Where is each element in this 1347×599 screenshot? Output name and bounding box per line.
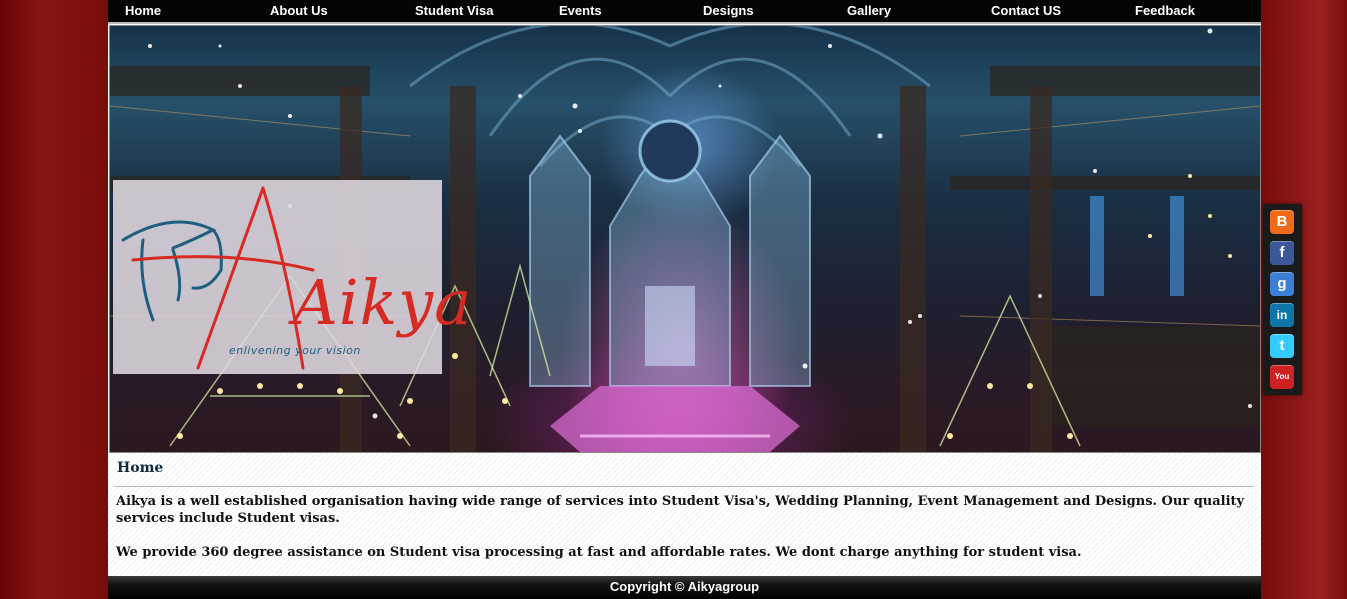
twitter-icon[interactable]: t (1270, 334, 1294, 358)
heading-divider (114, 486, 1254, 487)
nav-home[interactable]: Home (125, 2, 161, 20)
copyright-text: Copyright © Aikyagroup (609, 579, 760, 594)
nav-designs[interactable]: Designs (703, 2, 754, 20)
nav-about-us[interactable]: About Us (270, 2, 328, 20)
google-icon[interactable]: g (1270, 272, 1294, 296)
social-sidebar: B f g in t You (1263, 204, 1302, 395)
main-nav: Home About Us Student Visa Events Design… (108, 0, 1261, 24)
nav-student-visa[interactable]: Student Visa (415, 2, 494, 20)
content-section: Home Aikya is a well established organis… (108, 453, 1261, 576)
facebook-icon[interactable]: f (1270, 241, 1294, 265)
linkedin-icon[interactable]: in (1270, 303, 1294, 327)
hero-banner-image: Aikya enlivening your vision (109, 25, 1261, 453)
nav-events[interactable]: Events (559, 2, 602, 20)
visa-paragraph: We provide 360 degree assistance on Stud… (116, 545, 1082, 560)
youtube-icon[interactable]: You (1270, 365, 1294, 389)
nav-feedback[interactable]: Feedback (1135, 2, 1195, 20)
nav-contact-us[interactable]: Contact US (991, 2, 1061, 20)
page-container: Home About Us Student Visa Events Design… (108, 0, 1261, 599)
footer: Copyright © Aikyagroup (108, 576, 1261, 599)
page-background-left (0, 0, 108, 599)
blogger-icon[interactable]: B (1270, 210, 1294, 234)
nav-gallery[interactable]: Gallery (847, 2, 891, 20)
logo-panel: Aikya enlivening your vision (113, 180, 471, 374)
logo-wordmark: Aikya (293, 266, 473, 339)
logo-tagline: enlivening your vision (229, 344, 361, 357)
intro-paragraph: Aikya is a well established organisation… (116, 494, 1245, 526)
page-title: Home (117, 460, 164, 476)
